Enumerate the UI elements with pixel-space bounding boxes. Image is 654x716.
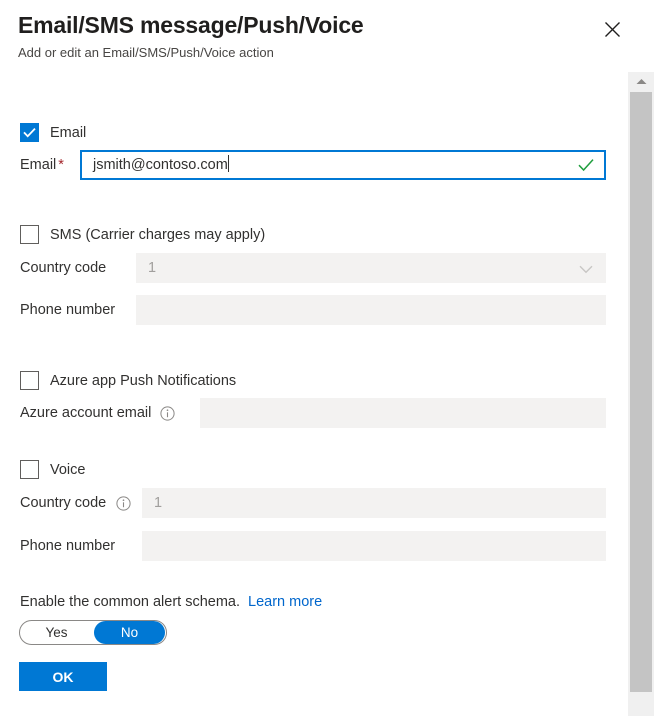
chevron-up-icon xyxy=(636,72,647,90)
scroll-up-button[interactable] xyxy=(628,72,654,90)
vertical-scrollbar[interactable] xyxy=(628,72,654,716)
page-subtitle: Add or edit an Email/SMS/Push/Voice acti… xyxy=(18,45,274,60)
chevron-down-icon xyxy=(579,265,593,274)
required-asterisk: * xyxy=(58,157,64,173)
email-checkbox-label: Email xyxy=(50,125,86,141)
voice-country-code-input[interactable]: 1 xyxy=(142,488,606,518)
info-icon[interactable] xyxy=(116,496,131,511)
text-caret xyxy=(228,155,229,172)
learn-more-link[interactable]: Learn more xyxy=(248,594,322,610)
sms-country-code-value: 1 xyxy=(148,260,156,276)
checkbox-box xyxy=(20,371,39,390)
voice-phone-label: Phone number xyxy=(20,531,115,561)
sms-country-code-select[interactable]: 1 xyxy=(136,253,606,283)
voice-country-code-label: Country code xyxy=(20,488,106,518)
voice-phone-input[interactable] xyxy=(142,531,606,561)
scrollbar-thumb[interactable] xyxy=(630,92,652,692)
email-field-label: Email* xyxy=(20,150,64,180)
ok-button[interactable]: OK xyxy=(19,662,107,691)
push-account-input[interactable] xyxy=(200,398,606,428)
toggle-option-no[interactable]: No xyxy=(94,621,165,644)
sms-phone-label: Phone number xyxy=(20,295,115,325)
toggle-option-yes[interactable]: Yes xyxy=(21,621,92,644)
sms-checkbox-label: SMS (Carrier charges may apply) xyxy=(50,227,265,243)
close-icon xyxy=(604,21,621,38)
push-checkbox[interactable]: Azure app Push Notifications xyxy=(20,371,236,390)
email-input[interactable]: jsmith@contoso.com xyxy=(80,150,606,180)
email-checkbox[interactable]: Email xyxy=(20,123,86,142)
email-input-value: jsmith@contoso.com xyxy=(93,157,228,173)
voice-checkbox-label: Voice xyxy=(50,462,85,478)
dialog-header: Email/SMS message/Push/Voice Add or edit… xyxy=(0,0,654,70)
voice-country-code-value: 1 xyxy=(154,495,162,511)
checkmark-icon xyxy=(578,158,594,172)
close-button[interactable] xyxy=(598,15,626,43)
info-icon[interactable] xyxy=(160,406,175,421)
checkbox-box xyxy=(20,225,39,244)
push-checkbox-label: Azure app Push Notifications xyxy=(50,373,236,389)
common-alert-schema-label: Enable the common alert schema. xyxy=(20,594,240,610)
checkbox-box xyxy=(20,460,39,479)
checkbox-box xyxy=(20,123,39,142)
common-alert-schema-row: Enable the common alert schema. Learn mo… xyxy=(20,594,322,610)
sms-country-code-label: Country code xyxy=(20,253,106,283)
form-body: Email Email* jsmith@contoso.com SMS (Car… xyxy=(0,70,628,716)
sms-checkbox[interactable]: SMS (Carrier charges may apply) xyxy=(20,225,265,244)
push-account-label: Azure account email xyxy=(20,398,151,428)
page-title: Email/SMS message/Push/Voice xyxy=(18,12,364,39)
voice-checkbox[interactable]: Voice xyxy=(20,460,85,479)
sms-phone-input[interactable] xyxy=(136,295,606,325)
common-alert-schema-toggle[interactable]: Yes No xyxy=(19,620,167,645)
